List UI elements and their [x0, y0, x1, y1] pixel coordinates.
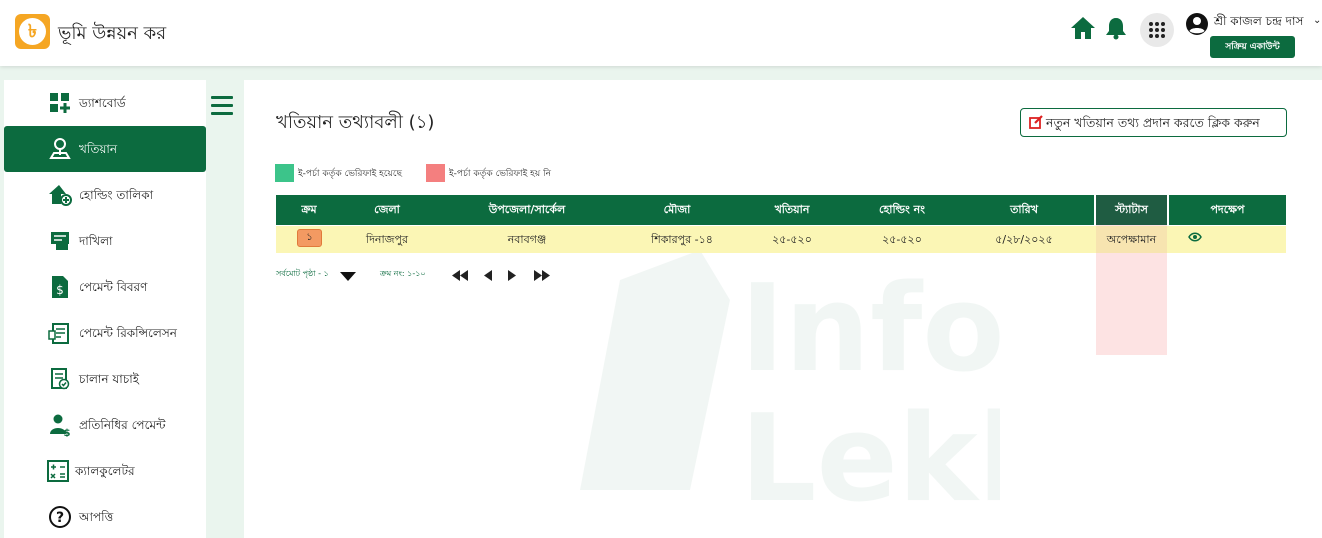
sidebar-item-label: আপত্তি: [79, 510, 114, 524]
table-header: ক্রম জেলা উপজেলা/সার্কেল মৌজা খতিয়ান হো…: [276, 195, 1286, 225]
user-icon[interactable]: [1185, 12, 1209, 36]
serial-badge: ১: [297, 229, 322, 247]
challan-check-icon: [51, 368, 70, 390]
sidebar-item-label: ড্যাশবোর্ড: [79, 96, 126, 110]
last-page-icon[interactable]: [534, 270, 550, 281]
svg-text:Lekh: Lekh: [740, 390, 1000, 510]
question-icon: ?: [49, 506, 71, 528]
home-icon[interactable]: [1070, 16, 1096, 40]
chevron-down-icon[interactable]: ⌄: [1313, 15, 1321, 26]
pagination: সর্বমোট পৃষ্ঠা - ১ ক্রম নং: ১-১০: [276, 266, 676, 286]
sidebar-item-calculator[interactable]: ক্যালকুলেটর: [4, 448, 206, 494]
svg-text:$: $: [64, 428, 71, 437]
sidebar-item-label: ক্যালকুলেটর: [75, 464, 135, 478]
sidebar-item-label: হোল্ডিং তালিকা: [79, 188, 154, 202]
active-account-button[interactable]: সক্রিয় একাউন্ট: [1210, 36, 1295, 58]
legend-label-unverified: ই-পর্চা কর্তৃক ভেরিফাই হয় নি: [449, 169, 552, 179]
column-header: খতিয়ান: [774, 203, 810, 216]
page-title: খতিয়ান তথ্যাবলী (১): [276, 112, 435, 133]
main-content: Info Lekh খতিয়ান তথ্যাবলী (১) নতুন খতিয…: [244, 80, 1322, 538]
top-header: ৳ ভূমি উন্নয়ন কর শ্রী কাজল চন্দ্র দাস ⌄…: [0, 0, 1322, 66]
payment-doc-icon: $: [52, 276, 68, 298]
sidebar-item-label: খতিয়ান: [79, 142, 118, 156]
column-header: পদক্ষেপ: [1210, 203, 1245, 216]
sidebar-item-challan-check[interactable]: চালান যাচাই: [4, 356, 206, 402]
edit-icon: [1029, 115, 1043, 129]
user-name[interactable]: শ্রী কাজল চন্দ্র দাস: [1214, 13, 1303, 33]
status-text: অপেক্ষামান: [1096, 226, 1167, 253]
cell-khatian: ২৫-৫২০: [772, 233, 812, 246]
cell-date: ৫/২৮/২০২৫: [995, 233, 1053, 246]
cell-status: অপেক্ষামান: [1096, 226, 1167, 253]
house-add-icon: [49, 185, 72, 206]
sidebar-item-payment-details[interactable]: $ পেমেন্ট বিবরণ: [4, 264, 206, 310]
taka-logo-icon: ৳: [19, 18, 46, 45]
prev-page-icon[interactable]: [484, 270, 492, 281]
svg-text:$: $: [56, 283, 64, 297]
table-row[interactable]: ১ দিনাজপুর নবাবগঞ্জ শিকারপুর -১৪ ২৫-৫২০ …: [276, 226, 1286, 253]
sidebar-item-label: প্রতিনিধির পেমেন্ট: [79, 418, 166, 432]
cell-holding: ২৫-৫২০: [882, 233, 922, 246]
new-khatian-button[interactable]: নতুন খতিয়ান তথ্য প্রদান করতে ক্লিক করুন: [1020, 108, 1287, 137]
apps-grid-icon[interactable]: [1140, 13, 1174, 47]
dashboard-icon: [50, 93, 70, 113]
menu-toggle-icon[interactable]: [211, 96, 233, 116]
sidebar-item-representative-payment[interactable]: $ প্রতিনিধির পেমেন্ট: [4, 402, 206, 448]
sidebar-item-label: চালান যাচাই: [79, 372, 139, 386]
app-title: ভূমি উন্নয়ন কর: [58, 23, 167, 44]
total-pages-label: সর্বমোট পৃষ্ঠা - ১: [276, 269, 329, 278]
sidebar-item-label: দাখিলা: [79, 234, 113, 248]
sidebar-item-khatian[interactable]: খতিয়ান: [4, 126, 206, 172]
sidebar-item-payment-reconciliation[interactable]: পেমেন্ট রিকন্সিলেসন: [4, 310, 206, 356]
cell-district: দিনাজপুর: [365, 233, 409, 246]
reconcile-icon: [48, 323, 69, 344]
first-page-icon[interactable]: [452, 270, 468, 281]
cell-upazila: নবাবগঞ্জ: [507, 233, 547, 246]
legend-label-verified: ই-পর্চা কর্তৃক ভেরিফাই হয়েছে: [298, 169, 402, 179]
sidebar-item-objection[interactable]: ? আপত্তি: [4, 494, 206, 538]
sidebar: ড্যাশবোর্ড খতিয়ান হোল্ডিং তালিকা দাখিলা…: [4, 80, 206, 538]
land-pin-icon: [49, 138, 71, 159]
svg-text:?: ?: [56, 510, 64, 526]
sidebar-item-dashboard[interactable]: ড্যাশবোর্ড: [4, 80, 206, 126]
column-header: স্ট্যাটাস: [1094, 195, 1169, 225]
column-header: উপজেলা/সার্কেল: [488, 203, 566, 216]
next-page-icon[interactable]: [508, 270, 516, 281]
cell-mouza: শিকারপুর -১৪: [651, 233, 713, 246]
page-dropdown-icon[interactable]: [340, 272, 356, 281]
sidebar-item-dakhila[interactable]: দাখিলা: [4, 218, 206, 264]
calculator-icon: [47, 460, 69, 482]
range-label: ক্রম নং: ১-১০: [380, 269, 426, 278]
receipt-icon: [51, 232, 69, 250]
representative-payment-icon: $: [50, 414, 71, 437]
legend-swatch-verified: [275, 164, 294, 182]
sidebar-item-holding-list[interactable]: হোল্ডিং তালিকা: [4, 172, 206, 218]
column-header: মৌজা: [663, 203, 691, 216]
bell-icon[interactable]: [1105, 16, 1127, 40]
app-logo[interactable]: ৳: [15, 14, 50, 49]
column-header: হোল্ডিং নং: [879, 203, 925, 216]
legend-swatch-unverified: [426, 164, 445, 182]
sidebar-item-label: পেমেন্ট বিবরণ: [79, 280, 148, 294]
sidebar-item-label: পেমেন্ট রিকন্সিলেসন: [79, 326, 177, 340]
column-header: ক্রম: [301, 203, 317, 216]
column-header: জেলা: [374, 203, 400, 216]
svg-text:Info: Info: [740, 260, 1000, 399]
column-header: তারিখ: [1010, 203, 1038, 216]
eye-icon[interactable]: [1188, 232, 1202, 242]
new-khatian-button-label: নতুন খতিয়ান তথ্য প্রদান করতে ক্লিক করুন: [1046, 115, 1260, 130]
